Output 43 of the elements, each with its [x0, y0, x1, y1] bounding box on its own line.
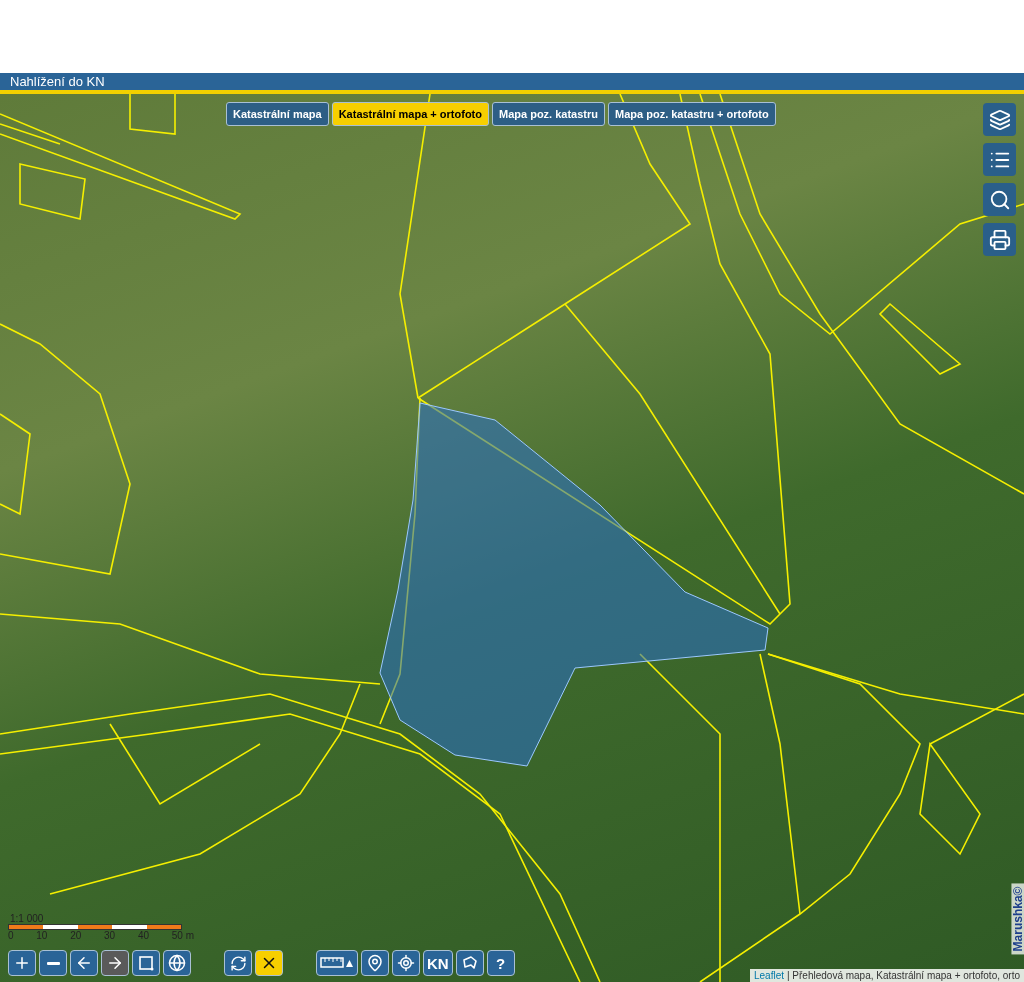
- printer-icon: [988, 228, 1011, 251]
- map-tab[interactable]: Mapa poz. katastru: [492, 102, 605, 126]
- minus-icon: [46, 961, 60, 965]
- map-tab[interactable]: Katastrální mapa + ortofoto: [331, 102, 489, 126]
- map-tab[interactable]: Mapa poz. katastru + ortofoto: [608, 102, 776, 126]
- map-pin-icon: [366, 954, 384, 972]
- scale-tick-label: 40: [137, 930, 149, 941]
- globe-icon: [168, 954, 186, 972]
- scale-ratio: 1:1 000: [10, 913, 45, 924]
- scale-tick-label: 20: [70, 930, 82, 941]
- zoom-box-button[interactable]: [132, 950, 160, 976]
- refresh-icon: [229, 954, 247, 972]
- clear-button[interactable]: [255, 950, 283, 976]
- layers-icon: [988, 108, 1011, 131]
- legend-button[interactable]: [983, 143, 1016, 176]
- refresh-button[interactable]: [224, 950, 252, 976]
- search-button[interactable]: [983, 183, 1016, 216]
- gps-button[interactable]: [361, 950, 389, 976]
- measure-button[interactable]: [316, 950, 358, 976]
- layers-button[interactable]: [983, 103, 1016, 136]
- back-button[interactable]: [70, 950, 98, 976]
- leaflet-link[interactable]: Leaflet: [753, 970, 784, 981]
- tool-button[interactable]: KN: [423, 950, 453, 976]
- scale-tick-label: 10: [36, 930, 48, 941]
- print-button[interactable]: [983, 223, 1016, 256]
- watermark-text: Marushka©: [1011, 883, 1024, 955]
- attribution-text: | Přehledová mapa, Katastrální mapa + ortofoto, orto: [787, 970, 1020, 981]
- globe-button[interactable]: [163, 950, 191, 976]
- crop-frame-icon: [137, 954, 155, 972]
- window-title: Nahlížení do KN: [10, 74, 105, 89]
- polygon-button[interactable]: [455, 950, 484, 976]
- tool-button[interactable]: ?: [486, 950, 515, 976]
- scale-tick-label: 30: [104, 930, 116, 941]
- search-icon: [988, 188, 1011, 211]
- locate-button[interactable]: [392, 950, 420, 976]
- map-tab[interactable]: Katastrální mapa: [226, 102, 329, 126]
- polygon-icon: [460, 954, 479, 972]
- zoom-out-button[interactable]: [39, 950, 67, 976]
- arrow-right-icon: [106, 954, 124, 972]
- plus-icon: [13, 954, 31, 972]
- zoom-in-button[interactable]: [8, 950, 36, 976]
- scale-tick-label: 0: [8, 930, 14, 941]
- crosshair-icon: [397, 954, 415, 972]
